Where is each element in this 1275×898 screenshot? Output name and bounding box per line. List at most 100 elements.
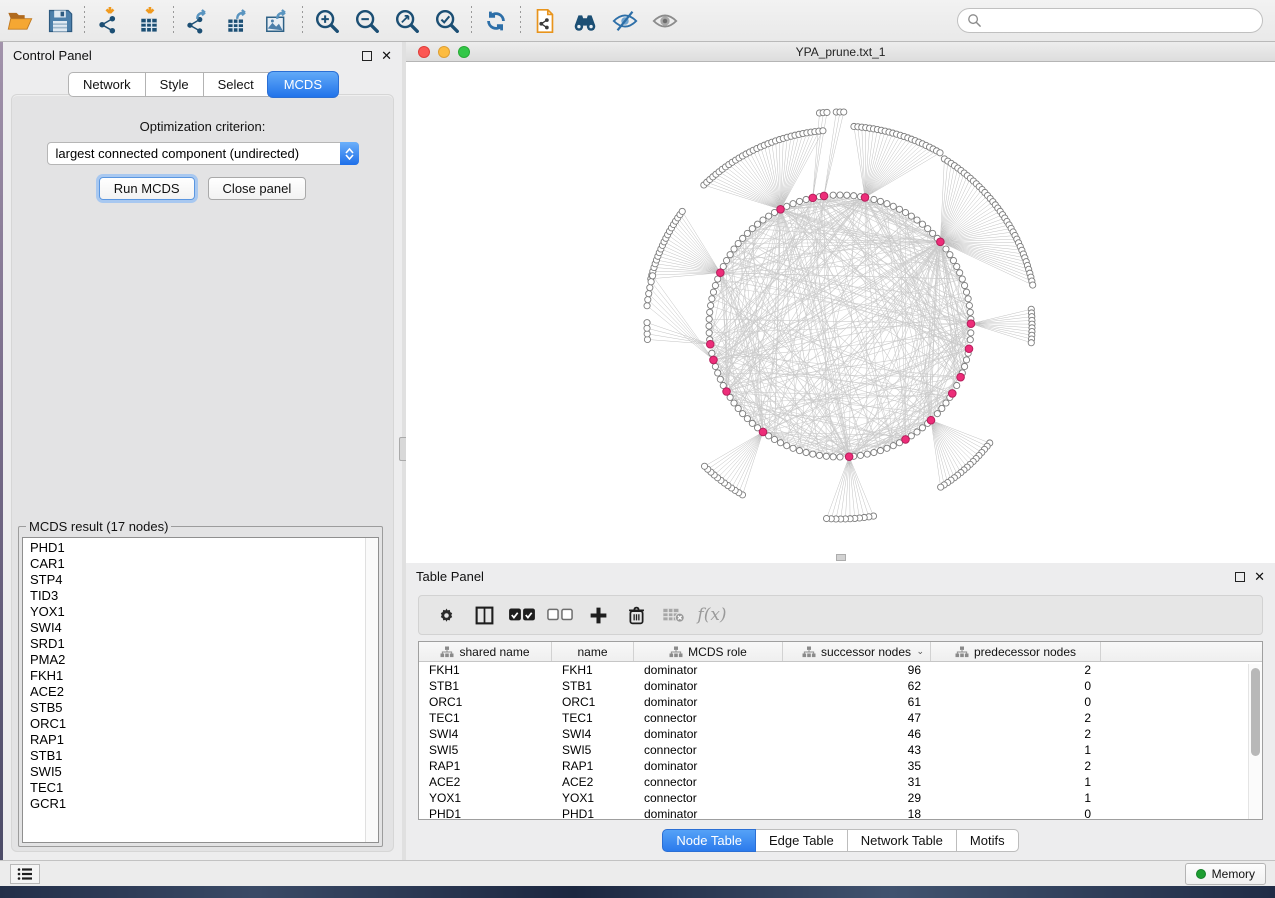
cell-successor_nodes: 46 (783, 727, 931, 741)
close-panel-icon[interactable]: ✕ (381, 51, 392, 61)
table-row[interactable]: SWI4SWI4dominator462 (419, 726, 1262, 742)
cell-successor_nodes: 61 (783, 695, 931, 709)
cell-predecessor_nodes: 2 (931, 727, 1101, 741)
mcds-result-item[interactable]: YOX1 (30, 604, 378, 620)
memory-label: Memory (1212, 867, 1255, 881)
table-row[interactable]: SWI5SWI5connector431 (419, 742, 1262, 758)
hide-selected-icon[interactable] (605, 4, 645, 38)
mcds-result-item[interactable]: ACE2 (30, 684, 378, 700)
tab-mcds[interactable]: MCDS (267, 71, 339, 98)
tab-network-table[interactable]: Network Table (848, 829, 957, 852)
add-column-icon[interactable] (581, 599, 615, 631)
mcds-result-item[interactable]: TEC1 (30, 780, 378, 796)
search-input[interactable] (987, 14, 1253, 28)
table-row[interactable]: ORC1ORC1dominator610 (419, 694, 1262, 710)
cell-predecessor_nodes: 1 (931, 743, 1101, 757)
cell-predecessor_nodes: 1 (931, 791, 1101, 805)
table-settings-icon[interactable] (429, 599, 463, 631)
network-canvas[interactable] (406, 62, 1275, 563)
mcds-result-item[interactable]: RAP1 (30, 732, 378, 748)
float-table-panel-icon[interactable] (1235, 572, 1245, 582)
table-row[interactable]: STB1STB1dominator620 (419, 678, 1262, 694)
select-all-rows-icon[interactable] (505, 599, 539, 631)
tab-motifs[interactable]: Motifs (957, 829, 1019, 852)
zoom-fit-icon[interactable] (387, 4, 427, 38)
tab-style[interactable]: Style (146, 72, 204, 97)
tab-node-table[interactable]: Node Table (662, 829, 756, 852)
cell-predecessor_nodes: 0 (931, 679, 1101, 693)
cell-mcds_role: dominator (634, 759, 783, 773)
close-panel-button[interactable]: Close panel (208, 177, 307, 200)
table-row[interactable]: RAP1RAP1dominator352 (419, 758, 1262, 774)
export-network-icon[interactable] (178, 4, 218, 38)
cell-mcds_role: connector (634, 775, 783, 789)
cell-successor_nodes: 29 (783, 791, 931, 805)
float-panel-icon[interactable] (362, 51, 372, 61)
table-scrollbar[interactable] (1248, 664, 1262, 819)
mcds-result-item[interactable]: PHD1 (30, 540, 378, 556)
mcds-result-item[interactable]: STP4 (30, 572, 378, 588)
import-network-icon[interactable] (89, 4, 129, 38)
open-file-icon[interactable] (0, 4, 40, 38)
canvas-scroll-handle[interactable] (836, 554, 846, 561)
cell-name: STB1 (552, 679, 634, 693)
mcds-result-item[interactable]: TID3 (30, 588, 378, 604)
mcds-result-item[interactable]: SWI5 (30, 764, 378, 780)
mcds-result-item[interactable]: SRD1 (30, 636, 378, 652)
zoom-selected-icon[interactable] (427, 4, 467, 38)
cell-successor_nodes: 18 (783, 807, 931, 820)
toolbar-search-field[interactable] (957, 8, 1263, 33)
function-builder-icon[interactable]: f(x) (695, 599, 729, 631)
memory-button[interactable]: Memory (1185, 863, 1266, 885)
save-session-icon[interactable] (40, 4, 80, 38)
zoom-out-icon[interactable] (347, 4, 387, 38)
refresh-icon[interactable] (476, 4, 516, 38)
network-graph[interactable] (406, 62, 1275, 563)
table-row[interactable]: PHD1PHD1dominator180 (419, 806, 1262, 820)
table-row[interactable]: YOX1YOX1connector291 (419, 790, 1262, 806)
run-mcds-button[interactable]: Run MCDS (99, 177, 195, 200)
node-table[interactable]: shared namenameMCDS rolesuccessor nodes⌄… (418, 641, 1263, 820)
tab-edge-table[interactable]: Edge Table (756, 829, 848, 852)
cell-name: YOX1 (552, 791, 634, 805)
network-window-titlebar[interactable]: YPA_prune.txt_1 (406, 42, 1275, 62)
toolbar-separator (84, 6, 85, 36)
column-header-successor-nodes[interactable]: successor nodes⌄ (783, 642, 931, 661)
zoom-in-icon[interactable] (307, 4, 347, 38)
mcds-result-list[interactable]: PHD1CAR1STP4TID3YOX1SWI4SRD1PMA2FKH1ACE2… (22, 537, 379, 843)
close-table-panel-icon[interactable]: ✕ (1254, 572, 1265, 582)
column-header-shared-name[interactable]: shared name (419, 642, 552, 661)
mcds-result-item[interactable]: STB1 (30, 748, 378, 764)
deselect-all-rows-icon[interactable] (543, 599, 577, 631)
mcds-result-scrollbar[interactable] (365, 538, 378, 842)
import-table-icon[interactable] (129, 4, 169, 38)
mcds-result-item[interactable]: CAR1 (30, 556, 378, 572)
optimization-criterion-dropdown[interactable]: largest connected component (undirected) (47, 142, 359, 165)
mcds-result-item[interactable]: FKH1 (30, 668, 378, 684)
network-from-selection-icon[interactable] (525, 4, 565, 38)
find-binoculars-icon[interactable] (565, 4, 605, 38)
tab-select[interactable]: Select (204, 72, 269, 97)
column-layout-icon[interactable] (467, 599, 501, 631)
mcds-result-item[interactable]: PMA2 (30, 652, 378, 668)
cell-shared_name: FKH1 (419, 663, 552, 677)
column-header-name[interactable]: name (552, 642, 634, 661)
mcds-result-item[interactable]: GCR1 (30, 796, 378, 812)
tab-network[interactable]: Network (68, 72, 146, 97)
mcds-result-item[interactable]: SWI4 (30, 620, 378, 636)
column-header-MCDS-role[interactable]: MCDS role (634, 642, 783, 661)
table-row[interactable]: ACE2ACE2connector311 (419, 774, 1262, 790)
table-row[interactable]: FKH1FKH1dominator962 (419, 662, 1262, 678)
export-table-icon[interactable] (218, 4, 258, 38)
table-row[interactable]: TEC1TEC1connector472 (419, 710, 1262, 726)
export-image-icon[interactable] (258, 4, 298, 38)
cell-shared_name: SWI5 (419, 743, 552, 757)
delete-column-icon[interactable] (619, 599, 653, 631)
mcds-result-group: MCDS result (17 nodes) PHD1CAR1STP4TID3Y… (18, 519, 383, 847)
show-hidden-icon[interactable] (645, 4, 685, 38)
column-header-predecessor-nodes[interactable]: predecessor nodes (931, 642, 1101, 661)
status-menu-button[interactable] (10, 864, 40, 884)
mcds-result-item[interactable]: STB5 (30, 700, 378, 716)
delete-table-icon[interactable] (657, 599, 691, 631)
mcds-result-item[interactable]: ORC1 (30, 716, 378, 732)
